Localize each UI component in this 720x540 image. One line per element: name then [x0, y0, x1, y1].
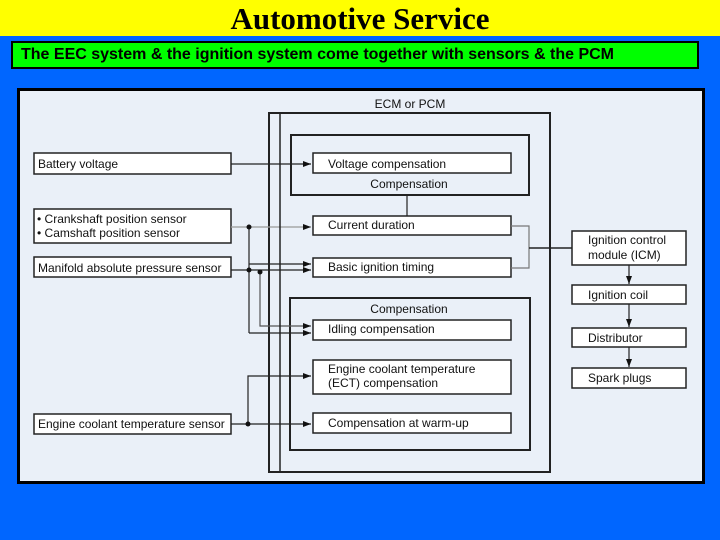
junction-dot [245, 421, 251, 427]
block-current-duration: Current duration [312, 215, 512, 236]
output-icm: Ignition control module (ICM) [571, 230, 687, 266]
lower-group-label: Compensation [370, 302, 447, 316]
svg-text:Distributor: Distributor [588, 331, 643, 345]
input-ect-sensor: Engine coolant temperature sensor [33, 413, 232, 435]
ignition-diagram: ECM or PCM Compensation Compensation Bat… [33, 97, 687, 473]
svg-text:(ECT) compensation: (ECT) compensation [328, 376, 438, 390]
svg-text:Ignition coil: Ignition coil [588, 288, 648, 302]
junction-dot [246, 224, 252, 230]
block-basic-ignition-timing: Basic ignition timing [312, 257, 512, 278]
output-distributor: Distributor [571, 327, 687, 348]
svg-text:Battery voltage: Battery voltage [38, 157, 118, 171]
input-battery-voltage: Battery voltage [33, 152, 232, 175]
input-crank-cam-sensors: • Crankshaft position sensor • Camshaft … [33, 208, 232, 244]
svg-text:• Crankshaft position sensor: • Crankshaft position sensor [37, 212, 187, 226]
svg-text:Manifold absolute pressure sen: Manifold absolute pressure sensor [38, 261, 221, 275]
block-warmup-compensation: Compensation at warm-up [312, 412, 512, 434]
svg-text:Spark plugs: Spark plugs [588, 371, 651, 385]
block-voltage-compensation: Voltage compensation [312, 152, 512, 174]
upper-group-label: Compensation [370, 177, 447, 191]
svg-text:Engine coolant temperature sen: Engine coolant temperature sensor [38, 417, 225, 431]
output-ignition-coil: Ignition coil [571, 284, 687, 305]
svg-text:Current duration: Current duration [328, 218, 415, 232]
input-map-sensor: Manifold absolute pressure sensor [33, 256, 232, 278]
module-title: ECM or PCM [375, 97, 446, 111]
svg-text:module (ICM): module (ICM) [588, 248, 661, 262]
line-blocks-merge [511, 225, 530, 269]
svg-text:Voltage compensation: Voltage compensation [328, 157, 446, 171]
svg-text:Idling compensation: Idling compensation [328, 322, 435, 336]
svg-text:Compensation at warm-up: Compensation at warm-up [328, 416, 469, 430]
svg-text:Basic ignition timing: Basic ignition timing [328, 260, 434, 274]
block-ect-compensation: Engine coolant temperature (ECT) compens… [312, 359, 512, 395]
svg-text:Engine coolant temperature: Engine coolant temperature [328, 362, 476, 376]
block-idling-compensation: Idling compensation [312, 319, 512, 341]
junction-dot [246, 267, 252, 273]
output-spark-plugs: Spark plugs [571, 367, 687, 389]
svg-text:• Camshaft position sensor: • Camshaft position sensor [37, 226, 180, 240]
junction-dot [257, 269, 263, 275]
svg-text:Ignition control: Ignition control [588, 233, 666, 247]
